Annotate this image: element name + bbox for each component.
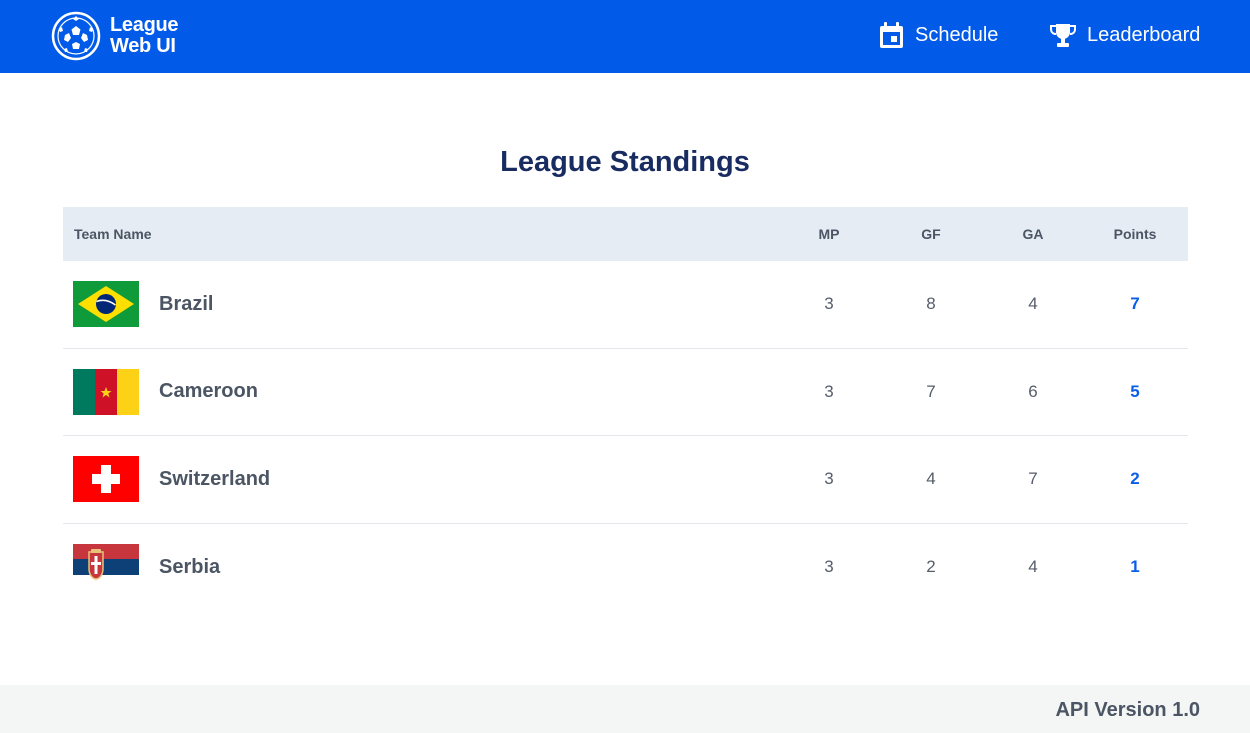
points: 1 (1130, 557, 1140, 577)
team-cell: Brazil (63, 281, 778, 328)
serbia-flag-icon (73, 544, 139, 591)
points: 2 (1130, 469, 1140, 489)
team-name: Cameroon (159, 380, 258, 403)
logo-line2: Web UI (110, 35, 176, 57)
team-cell: Serbia (63, 544, 778, 591)
switzerland-flag-icon (73, 456, 139, 503)
table-row: Cameroon 3 7 6 5 (63, 349, 1188, 436)
column-header-team: Team Name (74, 226, 152, 242)
column-header-points: Points (1113, 226, 1157, 242)
goals-against: 7 (1028, 469, 1038, 489)
goals-for: 4 (926, 469, 936, 489)
standings-table: Team Name MP GF GA Points Brazil 3 8 4 7 (63, 207, 1188, 611)
soccer-ball-icon (51, 11, 101, 61)
page-title: League Standings (500, 146, 750, 178)
nav-schedule-label: Schedule (915, 23, 999, 46)
calendar-icon (880, 21, 903, 48)
nav-leaderboard[interactable]: Leaderboard (1050, 20, 1200, 50)
logo-text: League Web UI (110, 14, 179, 57)
brazil-flag-icon (73, 281, 139, 328)
footer: API Version 1.0 (0, 685, 1250, 733)
goals-against: 4 (1028, 557, 1038, 577)
logo[interactable]: League Web UI (51, 10, 191, 62)
logo-line1: League (110, 14, 179, 36)
matches-played: 3 (824, 294, 834, 314)
goals-for: 8 (926, 294, 936, 314)
table-row: Serbia 3 2 4 1 (63, 524, 1188, 612)
goals-against: 4 (1028, 294, 1038, 314)
table-header: Team Name MP GF GA Points (63, 207, 1188, 261)
goals-against: 6 (1028, 381, 1038, 401)
matches-played: 3 (824, 469, 834, 489)
nav-leaderboard-label: Leaderboard (1087, 23, 1201, 46)
team-name: Brazil (159, 292, 214, 315)
team-cell: Switzerland (63, 456, 778, 503)
team-name: Switzerland (159, 467, 271, 490)
points: 5 (1130, 381, 1140, 401)
column-header-gf: GF (921, 226, 941, 242)
top-navbar: League Web UI Schedule Leaderboard (0, 0, 1250, 73)
nav-schedule[interactable]: Schedule (879, 20, 998, 50)
goals-for: 2 (926, 557, 936, 577)
api-version: API Version 1.0 (1055, 699, 1200, 721)
team-name: Serbia (159, 555, 221, 578)
table-row: Switzerland 3 4 7 2 (63, 436, 1188, 524)
table-row: Brazil 3 8 4 7 (63, 261, 1188, 349)
matches-played: 3 (824, 381, 834, 401)
column-header-ga: GA (1022, 226, 1044, 242)
matches-played: 3 (824, 557, 834, 577)
team-cell: Cameroon (63, 368, 778, 415)
column-header-mp: MP (818, 226, 840, 242)
cameroon-flag-icon (73, 368, 139, 415)
trophy-icon (1050, 24, 1076, 47)
goals-for: 7 (926, 381, 936, 401)
points: 7 (1130, 294, 1140, 314)
